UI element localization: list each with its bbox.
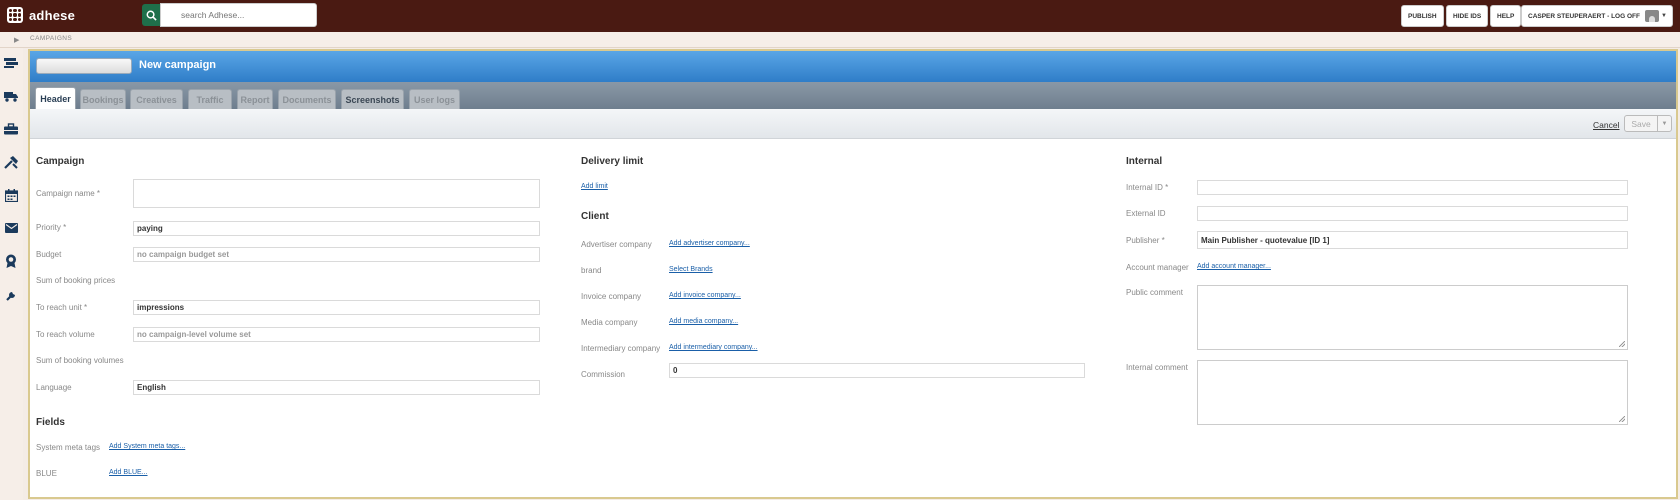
commission-label: Commission [581, 370, 626, 379]
chevron-down-icon: ▼ [1660, 13, 1667, 19]
add-system-meta-tags-link[interactable]: Add System meta tags... [109, 443, 185, 450]
campaign-name-input[interactable] [133, 179, 540, 208]
priority-label: Priority * [36, 223, 67, 232]
top-bar: adhese PUBLISH HIDE IDS HELP CASPER STEU… [0, 0, 1680, 32]
campaign-header-input[interactable] [36, 58, 132, 74]
internal-comment-textarea[interactable] [1197, 360, 1628, 425]
intermediary-company-label: Intermediary company [581, 344, 661, 353]
wrench-icon[interactable] [3, 286, 19, 302]
add-intermediary-company-link[interactable]: Add intermediary company... [669, 344, 758, 351]
internal-section-title: Internal [1126, 156, 1163, 167]
tab-bar: Header Bookings Creatives Traffic Report… [30, 82, 1676, 109]
public-comment-textarea[interactable] [1197, 285, 1628, 350]
media-company-label: Media company [581, 318, 638, 327]
advertiser-company-label: Advertiser company [581, 240, 652, 249]
publisher-label: Publisher * [1126, 236, 1165, 245]
expand-arrow-icon[interactable]: ▶ [14, 36, 19, 44]
reach-unit-select[interactable]: impressions [133, 300, 540, 315]
save-options-button[interactable]: ▼ [1657, 115, 1672, 132]
search-button[interactable] [142, 4, 160, 26]
add-limit-link[interactable]: Add limit [581, 183, 608, 190]
tools-icon[interactable] [3, 154, 19, 170]
system-meta-tags-label: System meta tags [36, 443, 101, 452]
public-comment-label: Public comment [1126, 288, 1183, 297]
internal-id-input[interactable] [1197, 180, 1628, 195]
breadcrumb[interactable]: CAMPAIGNS [30, 35, 72, 42]
chevron-down-icon: ▼ [1661, 120, 1668, 127]
tab-user-logs[interactable]: User logs [409, 89, 460, 109]
app-name: adhese [29, 7, 76, 23]
avatar-icon [1644, 10, 1659, 22]
briefcase-icon[interactable] [3, 121, 19, 137]
app-logo[interactable]: adhese [7, 7, 75, 23]
publisher-select[interactable]: Main Publisher - quotevalue [ID 1] [1197, 231, 1628, 249]
add-blue-link[interactable]: Add BLUE... [109, 469, 148, 476]
tab-screenshots[interactable]: Screenshots [341, 89, 404, 109]
language-select[interactable]: English [133, 380, 540, 395]
hide-ids-button[interactable]: HIDE IDS [1446, 5, 1489, 27]
tab-header[interactable]: Header [35, 87, 76, 109]
add-invoice-company-link[interactable]: Add invoice company... [669, 292, 741, 299]
sum-booking-volumes-label: Sum of booking volumes [36, 356, 124, 365]
commission-input[interactable]: 0 [669, 363, 1085, 378]
reach-volume-field[interactable]: no campaign-level volume set [133, 327, 540, 342]
save-button[interactable]: Save [1624, 115, 1658, 132]
priority-select[interactable]: paying [133, 221, 540, 236]
panel-header: New campaign [30, 51, 1676, 82]
budget-field[interactable]: no campaign budget set [133, 247, 540, 262]
user-logoff-button[interactable]: CASPER STEUPERAERT - LOG OFF ▼ [1521, 5, 1673, 27]
resize-handle-icon[interactable] [1619, 341, 1625, 347]
breadcrumb-bar [0, 32, 1680, 48]
campaign-name-label: Campaign name * [36, 189, 101, 198]
internal-id-label: Internal ID * [1126, 183, 1169, 192]
reach-volume-label: To reach volume [36, 330, 95, 339]
sum-booking-prices-label: Sum of booking prices [36, 276, 116, 285]
logo-grid-icon [7, 7, 23, 23]
blue-label: BLUE [36, 469, 57, 478]
mail-icon[interactable] [3, 220, 19, 236]
reach-unit-label: To reach unit * [36, 303, 88, 312]
campaign-section-title: Campaign [36, 156, 85, 167]
user-logoff-label: CASPER STEUPERAERT - LOG OFF [1528, 12, 1640, 20]
tab-creatives[interactable]: Creatives [130, 89, 183, 109]
award-icon[interactable] [3, 253, 19, 269]
publish-button[interactable]: PUBLISH [1401, 5, 1444, 27]
delivery-truck-icon[interactable] [3, 88, 19, 104]
invoice-company-label: Invoice company [581, 292, 642, 301]
account-manager-label: Account manager [1126, 263, 1189, 272]
tab-documents[interactable]: Documents [278, 89, 336, 109]
add-advertiser-company-link[interactable]: Add advertiser company... [669, 240, 750, 247]
external-id-input[interactable] [1197, 206, 1628, 221]
delivery-limit-section-title: Delivery limit [581, 156, 644, 167]
cancel-link[interactable]: Cancel [1593, 120, 1619, 130]
client-section-title: Client [581, 211, 609, 222]
tab-bookings[interactable]: Bookings [80, 89, 126, 109]
search-icon [146, 10, 157, 21]
fields-section-title: Fields [36, 417, 65, 428]
action-bar: Cancel Save ▼ [30, 109, 1676, 139]
add-account-manager-link[interactable]: Add account manager... [1197, 263, 1271, 270]
select-brands-link[interactable]: Select Brands [669, 266, 713, 273]
tab-report[interactable]: Report [237, 89, 273, 109]
campaigns-icon[interactable] [3, 55, 19, 71]
internal-comment-label: Internal comment [1126, 363, 1188, 372]
brand-label: brand [581, 266, 602, 275]
calendar-icon[interactable] [3, 187, 19, 203]
help-button[interactable]: HELP [1490, 5, 1522, 27]
sidebar [0, 48, 23, 500]
language-label: Language [36, 383, 72, 392]
resize-handle-icon[interactable] [1619, 416, 1625, 422]
external-id-label: External ID [1126, 209, 1166, 218]
tab-traffic[interactable]: Traffic [188, 89, 232, 109]
campaign-panel: New campaign Header Bookings Creatives T… [28, 49, 1678, 499]
budget-label: Budget [36, 250, 62, 259]
search-input[interactable] [160, 3, 317, 27]
add-media-company-link[interactable]: Add media company... [669, 318, 738, 325]
page-title: New campaign [139, 59, 217, 71]
